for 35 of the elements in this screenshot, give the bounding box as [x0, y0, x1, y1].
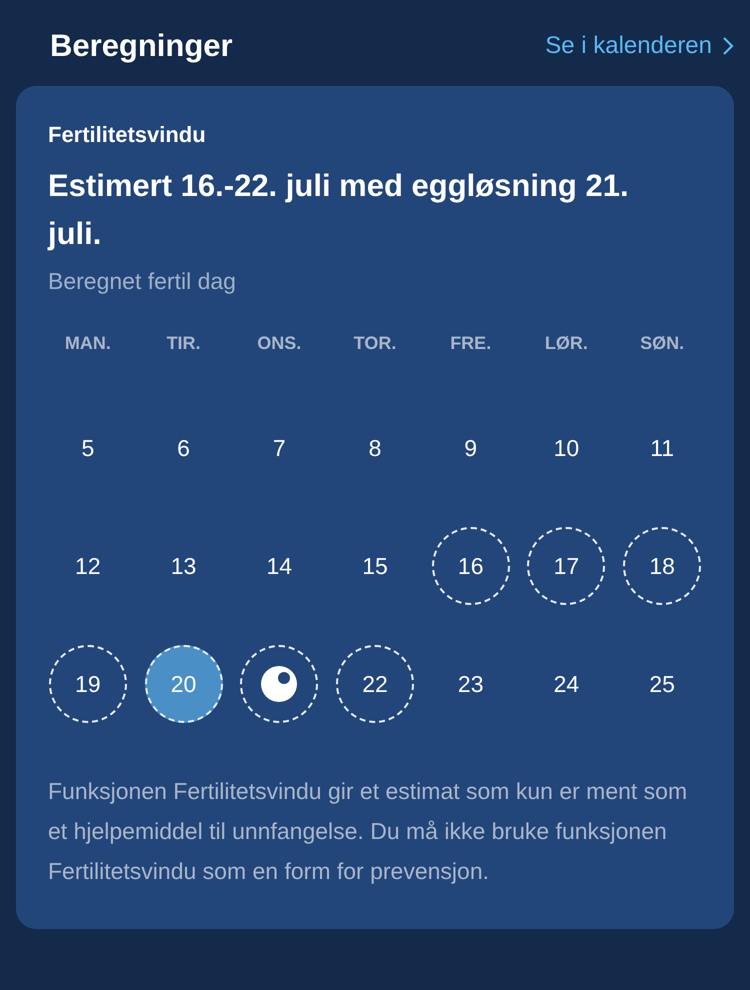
calendar-day[interactable]: 11 [623, 409, 702, 487]
calendar-day[interactable]: 12 [48, 527, 127, 605]
calendar-day[interactable]: 8 [336, 409, 414, 487]
calendar-link[interactable]: Se i kalenderen [545, 32, 734, 60]
calendar-day[interactable]: 17 [527, 527, 606, 605]
legend-text: Beregnet fertil dag [48, 268, 237, 295]
calendar-day[interactable]: 13 [144, 527, 223, 605]
calendar-day[interactable]: 10 [527, 409, 606, 487]
calendar-day[interactable]: 24 [527, 645, 606, 723]
calendar-day[interactable]: 14 [240, 527, 318, 605]
chevron-right-icon [722, 36, 734, 56]
weekday-label: ONS. [256, 333, 302, 355]
calendar-day[interactable]: 9 [432, 409, 510, 487]
section-title: Beregninger [50, 28, 233, 64]
weekday-label: LØR. [544, 333, 589, 355]
disclaimer-text: Funksjonen Fertilitetsvindu gir et estimat som kun er ment som et hjelpemiddel til unnfangelse. Du må ikke bruke funksjonen Fertilitetsvindu som en form for prevensjon. [48, 777, 688, 886]
weekday-label: FRE. [449, 333, 492, 355]
weekday-label: TIR. [166, 333, 202, 355]
calendar-day[interactable]: 23 [432, 645, 510, 723]
card-headline: Estimert 16.-22. juli med eggløsning 21. juli. [48, 167, 630, 253]
weekday-label: MAN. [64, 333, 112, 355]
calendar-day[interactable]: 25 [623, 645, 702, 723]
egg-icon [260, 665, 298, 703]
ovulation-day[interactable] [240, 645, 318, 723]
weekday-label: SØN. [639, 333, 686, 355]
card-label: Fertilitetsvindu [48, 122, 207, 148]
calendar-day[interactable]: 6 [144, 409, 223, 487]
calendar-day[interactable]: 16 [432, 527, 510, 605]
calendar-day[interactable]: 22 [336, 645, 414, 723]
calendar-day[interactable]: 19 [48, 645, 127, 723]
calendar-day[interactable]: 5 [48, 409, 127, 487]
calendar-day[interactable]: 7 [240, 409, 318, 487]
weekday-label: TOR. [352, 333, 398, 355]
calendar-day[interactable]: 15 [336, 527, 414, 605]
calendar-day[interactable]: 18 [623, 527, 702, 605]
